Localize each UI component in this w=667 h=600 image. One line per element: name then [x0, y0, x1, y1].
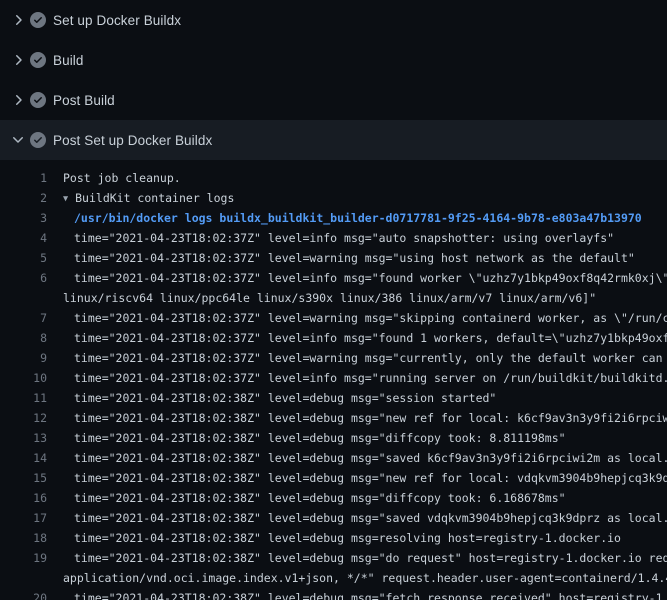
log-line-number[interactable]: 10 — [0, 368, 47, 388]
log-line-text: time="2021-04-23T18:02:38Z" level=debug … — [74, 508, 667, 528]
step-label: Build — [53, 53, 84, 68]
log-line-text: time="2021-04-23T18:02:37Z" level=info m… — [74, 228, 614, 248]
step-label: Post Set up Docker Buildx — [53, 133, 212, 148]
log-line-text: time="2021-04-23T18:02:37Z" level=warnin… — [74, 248, 635, 268]
log-line-number[interactable]: 16 — [0, 488, 47, 508]
log-line-number[interactable]: 7 — [0, 308, 47, 328]
log-line-text: time="2021-04-23T18:02:38Z" level=debug … — [74, 428, 566, 448]
steps-list: Set up Docker Buildx Build Post Build Post … — [0, 0, 667, 160]
log-line: 10 time="2021-04-23T18:02:37Z" level=info… — [0, 368, 667, 388]
log-command-text: /usr/bin/docker logs buildx_buildkit_bui… — [74, 208, 642, 228]
step-row[interactable]: Post Set up Docker Buildx — [0, 120, 667, 160]
log-line: 19 time="2021-04-23T18:02:38Z" level=debu… — [0, 548, 667, 568]
step-row[interactable]: Set up Docker Buildx — [0, 0, 667, 40]
chevron-right-icon — [10, 52, 26, 68]
log-line-text: time="2021-04-23T18:02:38Z" level=debug … — [74, 388, 496, 408]
check-circle-icon — [30, 132, 46, 148]
log-line-number[interactable]: 1 — [0, 168, 47, 188]
log-line-number[interactable]: 13 — [0, 428, 47, 448]
log-line: 9 time="2021-04-23T18:02:37Z" level=warni… — [0, 348, 667, 368]
log-line: 4 time="2021-04-23T18:02:37Z" level=info … — [0, 228, 667, 248]
log-line: 6 time="2021-04-23T18:02:37Z" level=info … — [0, 268, 667, 288]
log-line-number[interactable]: 20 — [0, 588, 47, 600]
log-line: 15 time="2021-04-23T18:02:38Z" level=debu… — [0, 468, 667, 488]
step-label: Set up Docker Buildx — [53, 13, 181, 28]
log-line-text: ▼ BuildKit container logs — [63, 188, 234, 208]
step-row[interactable]: Post Build — [0, 80, 667, 120]
log-line: 20 time="2021-04-23T18:02:38Z" level=debu… — [0, 588, 667, 600]
log-line: 18 time="2021-04-23T18:02:38Z" level=debu… — [0, 528, 667, 548]
chevron-down-icon — [10, 132, 26, 148]
group-title[interactable]: BuildKit container logs — [75, 191, 234, 205]
log-line-text: time="2021-04-23T18:02:38Z" level=debug … — [74, 528, 621, 548]
log-line-number — [0, 568, 47, 588]
group-collapse-triangle-icon[interactable]: ▼ — [63, 189, 68, 209]
log-line-text: Post job cleanup. — [63, 168, 181, 188]
log-line-continuation: application/vnd.oci.image.index.v1+json,… — [0, 568, 667, 588]
log-line-continuation: linux/riscv64 linux/ppc64le linux/s390x … — [0, 288, 667, 308]
log-line-number[interactable]: 9 — [0, 348, 47, 368]
check-circle-icon — [30, 12, 46, 28]
log-line: 14 time="2021-04-23T18:02:38Z" level=debu… — [0, 448, 667, 468]
log-line-number[interactable]: 12 — [0, 408, 47, 428]
log-line: 17 time="2021-04-23T18:02:38Z" level=debu… — [0, 508, 667, 528]
actions-log-viewer: Set up Docker Buildx Build Post Build Post … — [0, 0, 667, 600]
log-area: 1 Post job cleanup. 2 ▼ BuildKit container l… — [0, 160, 667, 600]
log-line: 16 time="2021-04-23T18:02:38Z" level=debu… — [0, 488, 667, 508]
log-line-number — [0, 288, 47, 308]
step-row[interactable]: Build — [0, 40, 667, 80]
log-line: 5 time="2021-04-23T18:02:37Z" level=warni… — [0, 248, 667, 268]
log-line-text: time="2021-04-23T18:02:37Z" level=info m… — [74, 328, 667, 348]
log-line-number[interactable]: 15 — [0, 468, 47, 488]
log-line: 12 time="2021-04-23T18:02:38Z" level=debu… — [0, 408, 667, 428]
step-label: Post Build — [53, 93, 115, 108]
log-line-number[interactable]: 6 — [0, 268, 47, 288]
log-line-text: time="2021-04-23T18:02:37Z" level=info m… — [74, 368, 667, 388]
check-circle-icon — [30, 52, 46, 68]
log-line-text: time="2021-04-23T18:02:38Z" level=debug … — [74, 488, 566, 508]
log-line-text: time="2021-04-23T18:02:37Z" level=warnin… — [74, 348, 667, 368]
log-line-text: time="2021-04-23T18:02:38Z" level=debug … — [74, 408, 667, 428]
log-line: 1 Post job cleanup. — [0, 168, 667, 188]
log-line-number[interactable]: 19 — [0, 548, 47, 568]
log-line-number[interactable]: 14 — [0, 448, 47, 468]
check-circle-icon — [30, 92, 46, 108]
log-line-text: time="2021-04-23T18:02:38Z" level=debug … — [74, 588, 667, 600]
log-line-number[interactable]: 5 — [0, 248, 47, 268]
log-line-text: time="2021-04-23T18:02:37Z" level=info m… — [74, 268, 667, 288]
log-line-text: application/vnd.oci.image.index.v1+json,… — [63, 568, 667, 588]
log-line-text: time="2021-04-23T18:02:37Z" level=warnin… — [74, 308, 667, 328]
log-line-number[interactable]: 11 — [0, 388, 47, 408]
log-line: 2 ▼ BuildKit container logs — [0, 188, 667, 208]
log-line: 8 time="2021-04-23T18:02:37Z" level=info … — [0, 328, 667, 348]
log-line-text: time="2021-04-23T18:02:38Z" level=debug … — [74, 448, 667, 468]
log-line: 13 time="2021-04-23T18:02:38Z" level=debu… — [0, 428, 667, 448]
log-line-text: time="2021-04-23T18:02:38Z" level=debug … — [74, 468, 667, 488]
log-line-number[interactable]: 8 — [0, 328, 47, 348]
chevron-right-icon — [10, 92, 26, 108]
log-line-number[interactable]: 2 — [0, 188, 47, 208]
log-line: 11 time="2021-04-23T18:02:38Z" level=debu… — [0, 388, 667, 408]
log-line-number[interactable]: 18 — [0, 528, 47, 548]
log-line-number[interactable]: 3 — [0, 208, 47, 228]
log-line-text: time="2021-04-23T18:02:38Z" level=debug … — [74, 548, 667, 568]
log-line: 3/usr/bin/docker logs buildx_buildkit_bu… — [0, 208, 667, 228]
log-line-number[interactable]: 4 — [0, 228, 47, 248]
log-line: 7 time="2021-04-23T18:02:37Z" level=warni… — [0, 308, 667, 328]
log-line-number[interactable]: 17 — [0, 508, 47, 528]
chevron-right-icon — [10, 12, 26, 28]
log-line-text: linux/riscv64 linux/ppc64le linux/s390x … — [63, 288, 596, 308]
